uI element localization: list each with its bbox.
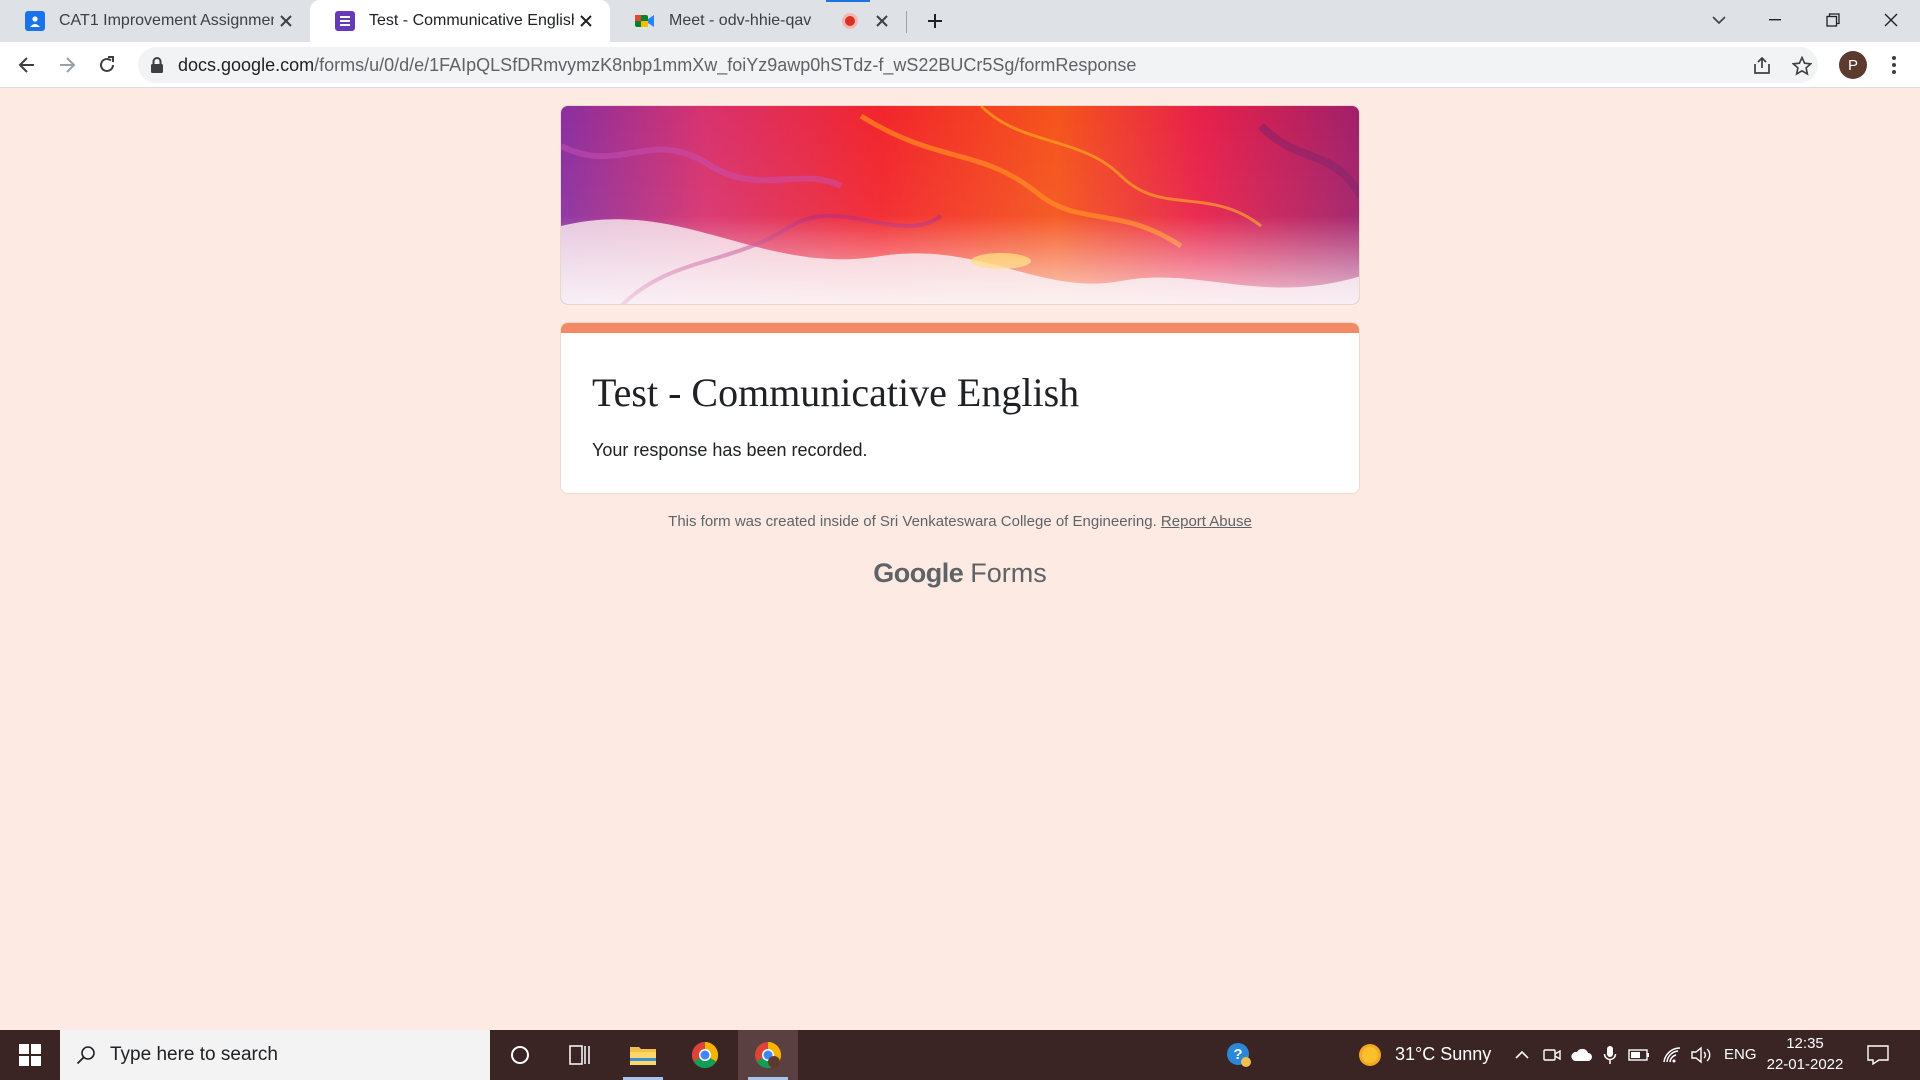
windows-taskbar: Type here to search ? 31°C Sunny ENG 12:… [0,1030,1920,1080]
close-tab-icon[interactable] [870,9,894,33]
card-accent-bar [561,323,1359,333]
tab-meet[interactable]: Meet - odv-hhie-qav [610,0,906,42]
url-domain: docs.google.com [178,55,315,75]
chrome-icon [691,1041,719,1069]
search-icon [76,1045,96,1065]
minimize-button[interactable] [1752,0,1798,40]
notifications-icon[interactable] [1866,1043,1890,1067]
windows-icon [19,1044,41,1066]
tab-cat1-assignment[interactable]: CAT1 Improvement Assignment [0,0,310,42]
google-meet-icon [635,11,655,31]
svg-text:?: ? [1233,1046,1242,1063]
recording-icon [842,13,858,29]
form-title: Test - Communicative English [592,370,1080,415]
onedrive-cloud-icon[interactable] [1569,1043,1593,1067]
address-bar[interactable]: docs.google.com/forms/u/0/d/e/1FAIpQLSfD… [138,47,1818,83]
taskbar-search-box[interactable]: Type here to search [60,1030,490,1080]
clock-date: 22-01-2022 [1766,1056,1844,1073]
google-wordmark: Google [873,558,964,588]
back-button[interactable] [11,49,43,81]
tab-title: Test - Communicative English [369,12,574,29]
weather-sun-icon[interactable] [1358,1043,1382,1067]
clock-time: 12:35 [1786,1035,1824,1052]
chrome-profile-icon [755,1041,782,1069]
restore-button[interactable] [1810,0,1856,40]
lock-icon[interactable] [150,57,166,73]
creator-note: This form was created inside of Sri Venk… [668,513,1157,530]
battery-icon[interactable] [1627,1043,1651,1067]
tab-title: CAT1 Improvement Assignment [59,12,274,29]
google-forms-icon [335,11,355,31]
tab-strip: CAT1 Improvement Assignment Test - Commu… [0,0,1920,42]
meet-now-icon[interactable] [1540,1043,1564,1067]
form-footer-note: This form was created inside of Sri Venk… [560,513,1360,530]
show-hidden-icons-icon[interactable] [1510,1043,1534,1067]
chrome-profile-button[interactable] [738,1030,798,1080]
folder-icon [630,1047,656,1065]
chrome-button[interactable] [675,1030,735,1080]
wifi-icon[interactable] [1660,1043,1684,1067]
report-abuse-link[interactable]: Report Abuse [1161,513,1252,530]
weather-text[interactable]: 31°C Sunny [1395,1044,1491,1065]
close-window-button[interactable] [1868,0,1914,40]
more-menu-icon[interactable] [1880,51,1908,79]
cortana-button[interactable] [490,1030,550,1080]
close-tab-icon[interactable] [274,9,298,33]
bookmark-star-icon[interactable] [1790,54,1814,78]
forward-button[interactable] [51,49,83,81]
browser-toolbar: docs.google.com/forms/u/0/d/e/1FAIpQLSfD… [0,42,1920,88]
form-confirmation-card: Test - Communicative English Your respon… [560,322,1360,494]
close-tab-icon[interactable] [574,9,598,33]
reload-button[interactable] [91,49,123,81]
classroom-icon [25,11,45,31]
tab-title: Meet - odv-hhie-qav [669,12,812,29]
microphone-icon[interactable] [1598,1043,1622,1067]
task-view-icon [569,1045,590,1065]
tab-divider [906,11,907,33]
tab-communicative-english[interactable]: Test - Communicative English [310,0,610,42]
share-icon[interactable] [1750,54,1774,78]
help-icon[interactable]: ? [1225,1041,1253,1069]
url-text[interactable]: docs.google.com/forms/u/0/d/e/1FAIpQLSfD… [178,55,1136,76]
google-forms-logo[interactable]: Google Forms [560,558,1360,589]
forms-wordmark: Forms [970,558,1047,588]
cortana-icon [511,1046,529,1064]
new-tab-button[interactable] [922,8,948,34]
start-button[interactable] [0,1030,60,1080]
task-view-button[interactable] [550,1030,610,1080]
tab-search-button[interactable] [1696,0,1742,40]
volume-icon[interactable] [1690,1043,1714,1067]
url-path: /forms/u/0/d/e/1FAIpQLSfDRmvymzK8nbp1mmX… [314,55,1137,75]
language-indicator[interactable]: ENG [1724,1046,1757,1063]
confirmation-message: Your response has been recorded. [592,440,868,460]
file-explorer-button[interactable] [613,1030,673,1080]
profile-avatar[interactable]: P [1839,51,1867,79]
taskbar-clock[interactable]: 12:35 22-01-2022 [1760,1033,1850,1075]
form-header-banner [560,105,1360,305]
search-placeholder: Type here to search [110,1044,278,1065]
